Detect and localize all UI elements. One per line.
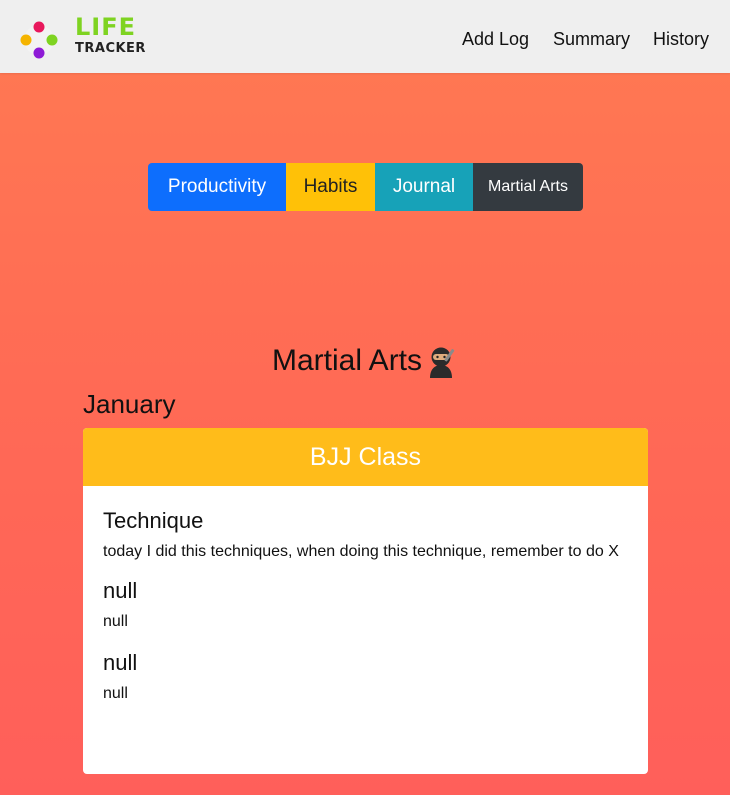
nav-add-log-link[interactable]: Add Log <box>462 29 529 49</box>
month-heading: January <box>83 389 176 419</box>
nav-summary-link[interactable]: Summary <box>553 29 630 49</box>
journal-button[interactable]: Journal <box>375 163 473 211</box>
entry-title: null <box>103 578 138 603</box>
navbar: LIFE TRACKER Add Log Summary History <box>0 0 730 73</box>
category-button-group: Productivity Habits Journal Martial Arts <box>148 163 583 211</box>
entry-text: null <box>103 685 128 702</box>
entry-title: null <box>103 650 138 675</box>
productivity-button[interactable]: Productivity <box>148 163 286 211</box>
entry-text: today I did this techniques, when doing … <box>103 543 619 560</box>
logo-text-life: LIFE <box>75 13 137 41</box>
ninja-icon <box>430 347 455 379</box>
martial-arts-button[interactable]: Martial Arts <box>473 163 583 211</box>
page-title: Martial Arts <box>0 343 730 379</box>
card-header: BJJ Class <box>83 428 648 486</box>
app-logo[interactable]: LIFE TRACKER <box>17 13 167 60</box>
habits-button[interactable]: Habits <box>286 163 375 211</box>
nav-history-link[interactable]: History <box>653 29 709 49</box>
logo-text-tracker: TRACKER <box>75 41 146 56</box>
log-card: BJJ Class Technique today I did this tec… <box>83 428 648 774</box>
entry-title: Technique <box>103 508 204 533</box>
card-body: Technique today I did this techniques, w… <box>83 486 648 706</box>
entry-text: null <box>103 613 128 630</box>
page-title-text: Martial Arts <box>271 344 423 377</box>
logo-dots-icon <box>20 21 58 59</box>
